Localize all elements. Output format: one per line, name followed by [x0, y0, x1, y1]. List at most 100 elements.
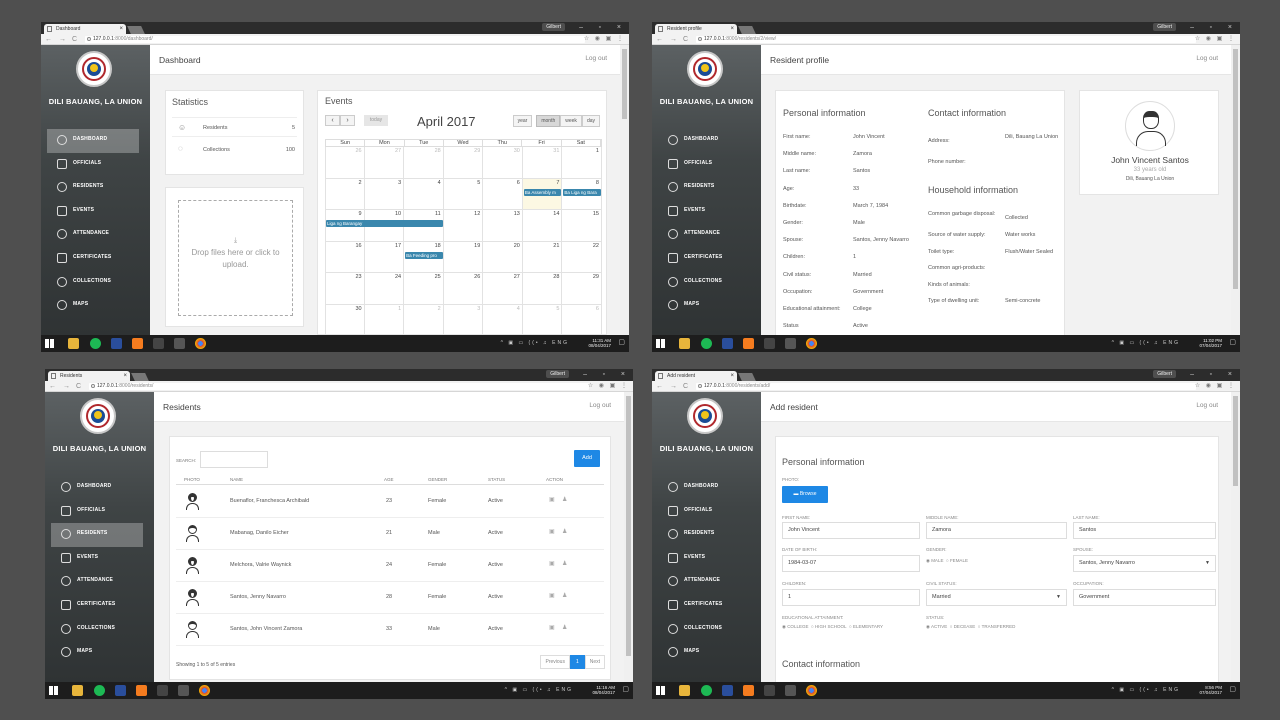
view-icon[interactable]: ▣	[549, 624, 555, 631]
calendar-day-cell[interactable]: 16	[325, 241, 365, 273]
table-row[interactable]: Santos, John Vincent Zamora 33 Male Active ▣…	[176, 614, 604, 646]
sidebar-item-officials[interactable]: OFFICIALS	[658, 500, 750, 524]
calendar-day-cell[interactable]: 28	[522, 273, 563, 305]
windows-start-icon[interactable]	[656, 339, 665, 348]
app-icon[interactable]	[174, 338, 185, 349]
calendar-day-cell[interactable]: 30	[483, 147, 523, 179]
new-tab-button[interactable]	[738, 26, 756, 34]
user-badge[interactable]: Gilbert	[1153, 23, 1176, 31]
sidebar-item-certificates[interactable]: CERTIFICATES	[658, 594, 750, 618]
previous-page-button[interactable]: Previous	[540, 655, 570, 669]
forward-icon[interactable]: →	[670, 34, 677, 45]
photoshop-icon[interactable]	[111, 338, 122, 349]
transferred-radio[interactable]: ○ TRANSFERRED	[978, 624, 1016, 629]
calendar-day-cell[interactable]: 20	[483, 241, 523, 273]
column-header[interactable]: GENDER	[428, 477, 447, 482]
civil-status-select[interactable]: Married ▼	[926, 589, 1067, 606]
sidebar-item-certificates[interactable]: CERTIFICATES	[51, 594, 143, 618]
chrome-icon[interactable]	[195, 338, 206, 349]
calendar-day-cell[interactable]: 27	[483, 273, 523, 305]
page-1-button[interactable]: 1	[569, 655, 585, 669]
calendar-event[interactable]: Ba Assembly m	[523, 188, 562, 196]
calendar-day-cell[interactable]: 3	[443, 304, 484, 336]
calendar-day-cell[interactable]: 27	[364, 147, 405, 179]
notification-icon[interactable]: ▢	[1229, 685, 1236, 693]
sidebar-item-attendance[interactable]: ATTENDANCE	[658, 223, 750, 247]
sidebar-item-attendance[interactable]: ATTENDANCE	[47, 223, 139, 247]
sidebar-item-events[interactable]: EVENTS	[658, 200, 750, 224]
spotify-icon[interactable]	[701, 338, 712, 349]
table-row[interactable]: Buenaflor, Franchesca Archibald 23 Female A…	[176, 486, 604, 518]
browser-tab[interactable]: Residents ×	[48, 371, 130, 381]
extensions-icon[interactable]: ☆ ◉ ▣ ⋮	[1195, 382, 1236, 389]
view-icon[interactable]: ▣	[549, 528, 555, 535]
column-header[interactable]: STATUS	[488, 477, 505, 482]
close-window-icon[interactable]: ×	[1228, 369, 1232, 381]
page-scrollbar[interactable]	[624, 392, 633, 682]
clock[interactable]: 8:56 PM 07/04/2017	[1199, 685, 1222, 695]
user-icon[interactable]: ♟	[562, 496, 567, 503]
back-icon[interactable]: ←	[656, 34, 663, 45]
photoshop-icon[interactable]	[115, 685, 126, 696]
chrome-icon[interactable]	[806, 685, 817, 696]
close-window-icon[interactable]: ×	[621, 369, 625, 381]
close-icon[interactable]: ×	[123, 371, 127, 381]
calendar-day-cell[interactable]: 1	[364, 304, 405, 336]
clock[interactable]: 11:02 PM 07/04/2017	[1199, 338, 1222, 348]
today-button[interactable]: today	[364, 115, 388, 126]
system-tray-icons[interactable]: ^ ▣ ▭ ((• ♫ ENG	[505, 687, 573, 693]
new-tab-button[interactable]	[127, 26, 145, 34]
user-badge[interactable]: Gilbert	[542, 23, 565, 31]
xampp-icon[interactable]	[132, 338, 143, 349]
user-icon[interactable]: ♟	[562, 560, 567, 567]
table-row[interactable]: Mabanag, Danilo Eicher 21 Male Active ▣ ♟	[176, 518, 604, 550]
search-input[interactable]	[200, 451, 268, 468]
photoshop-icon[interactable]	[722, 338, 733, 349]
next-month-button[interactable]: ›	[340, 115, 355, 126]
back-icon[interactable]: ←	[49, 381, 56, 392]
decease-radio[interactable]: ○ DECEASE	[950, 624, 975, 629]
calendar-day-cell[interactable]: 14	[522, 210, 563, 242]
reload-icon[interactable]: C	[72, 34, 77, 45]
sidebar-item-residents[interactable]: RESIDENTS	[658, 176, 750, 200]
close-icon[interactable]: ×	[119, 24, 123, 34]
view-icon[interactable]: ▣	[549, 496, 555, 503]
windows-start-icon[interactable]	[49, 686, 58, 695]
url-input[interactable]: 127.0.0.1:8000/residents/add/	[696, 383, 1196, 390]
terminal-icon[interactable]	[764, 338, 775, 349]
user-icon[interactable]: ♟	[562, 528, 567, 535]
file-explorer-icon[interactable]	[68, 338, 79, 349]
first-name-field[interactable]: John Vincent	[782, 522, 920, 539]
prev-month-button[interactable]: ‹	[325, 115, 340, 126]
calendar-day-cell[interactable]: 4	[483, 304, 523, 336]
maximize-icon[interactable]: ▫	[1210, 22, 1212, 34]
terminal-icon[interactable]	[153, 338, 164, 349]
sidebar-item-residents[interactable]: RESIDENTS	[51, 523, 143, 547]
close-icon[interactable]: ×	[730, 371, 734, 381]
view-day-button[interactable]: day	[581, 115, 600, 127]
page-scrollbar[interactable]	[1231, 392, 1240, 682]
sidebar-item-officials[interactable]: OFFICIALS	[47, 153, 139, 177]
calendar-day-cell[interactable]: 17	[364, 241, 405, 273]
system-tray-icons[interactable]: ^ ▣ ▭ ((• ♫ ENG	[501, 340, 569, 346]
calendar-day-cell[interactable]: 3	[364, 178, 405, 210]
app-icon[interactable]	[785, 685, 796, 696]
calendar-day-cell[interactable]: 26	[443, 273, 484, 305]
table-row[interactable]: Santos, Jenny Navarro 28 Female Active ▣ ♟	[176, 582, 604, 614]
spotify-icon[interactable]	[701, 685, 712, 696]
sidebar-item-dashboard[interactable]: DASHBOARD	[51, 476, 143, 500]
sidebar-item-events[interactable]: EVENTS	[51, 547, 143, 571]
new-tab-button[interactable]	[738, 373, 756, 381]
browser-tab[interactable]: Resident profile ×	[655, 24, 737, 34]
female-radio[interactable]: ○ FEMALE	[946, 558, 968, 563]
reload-icon[interactable]: C	[683, 34, 688, 45]
sidebar-item-collections[interactable]: COLLECTIONS	[658, 618, 750, 642]
app-icon[interactable]	[178, 685, 189, 696]
browse-button[interactable]: ▬ Browse	[782, 486, 828, 503]
maximize-icon[interactable]: ▫	[599, 22, 601, 34]
calendar-day-cell[interactable]: 23	[325, 273, 365, 305]
clock[interactable]: 11:31 AM 08/04/2017	[588, 338, 611, 348]
calendar-day-cell[interactable]: 30	[325, 304, 365, 336]
xampp-icon[interactable]	[743, 338, 754, 349]
sidebar-item-collections[interactable]: COLLECTIONS	[51, 618, 143, 642]
